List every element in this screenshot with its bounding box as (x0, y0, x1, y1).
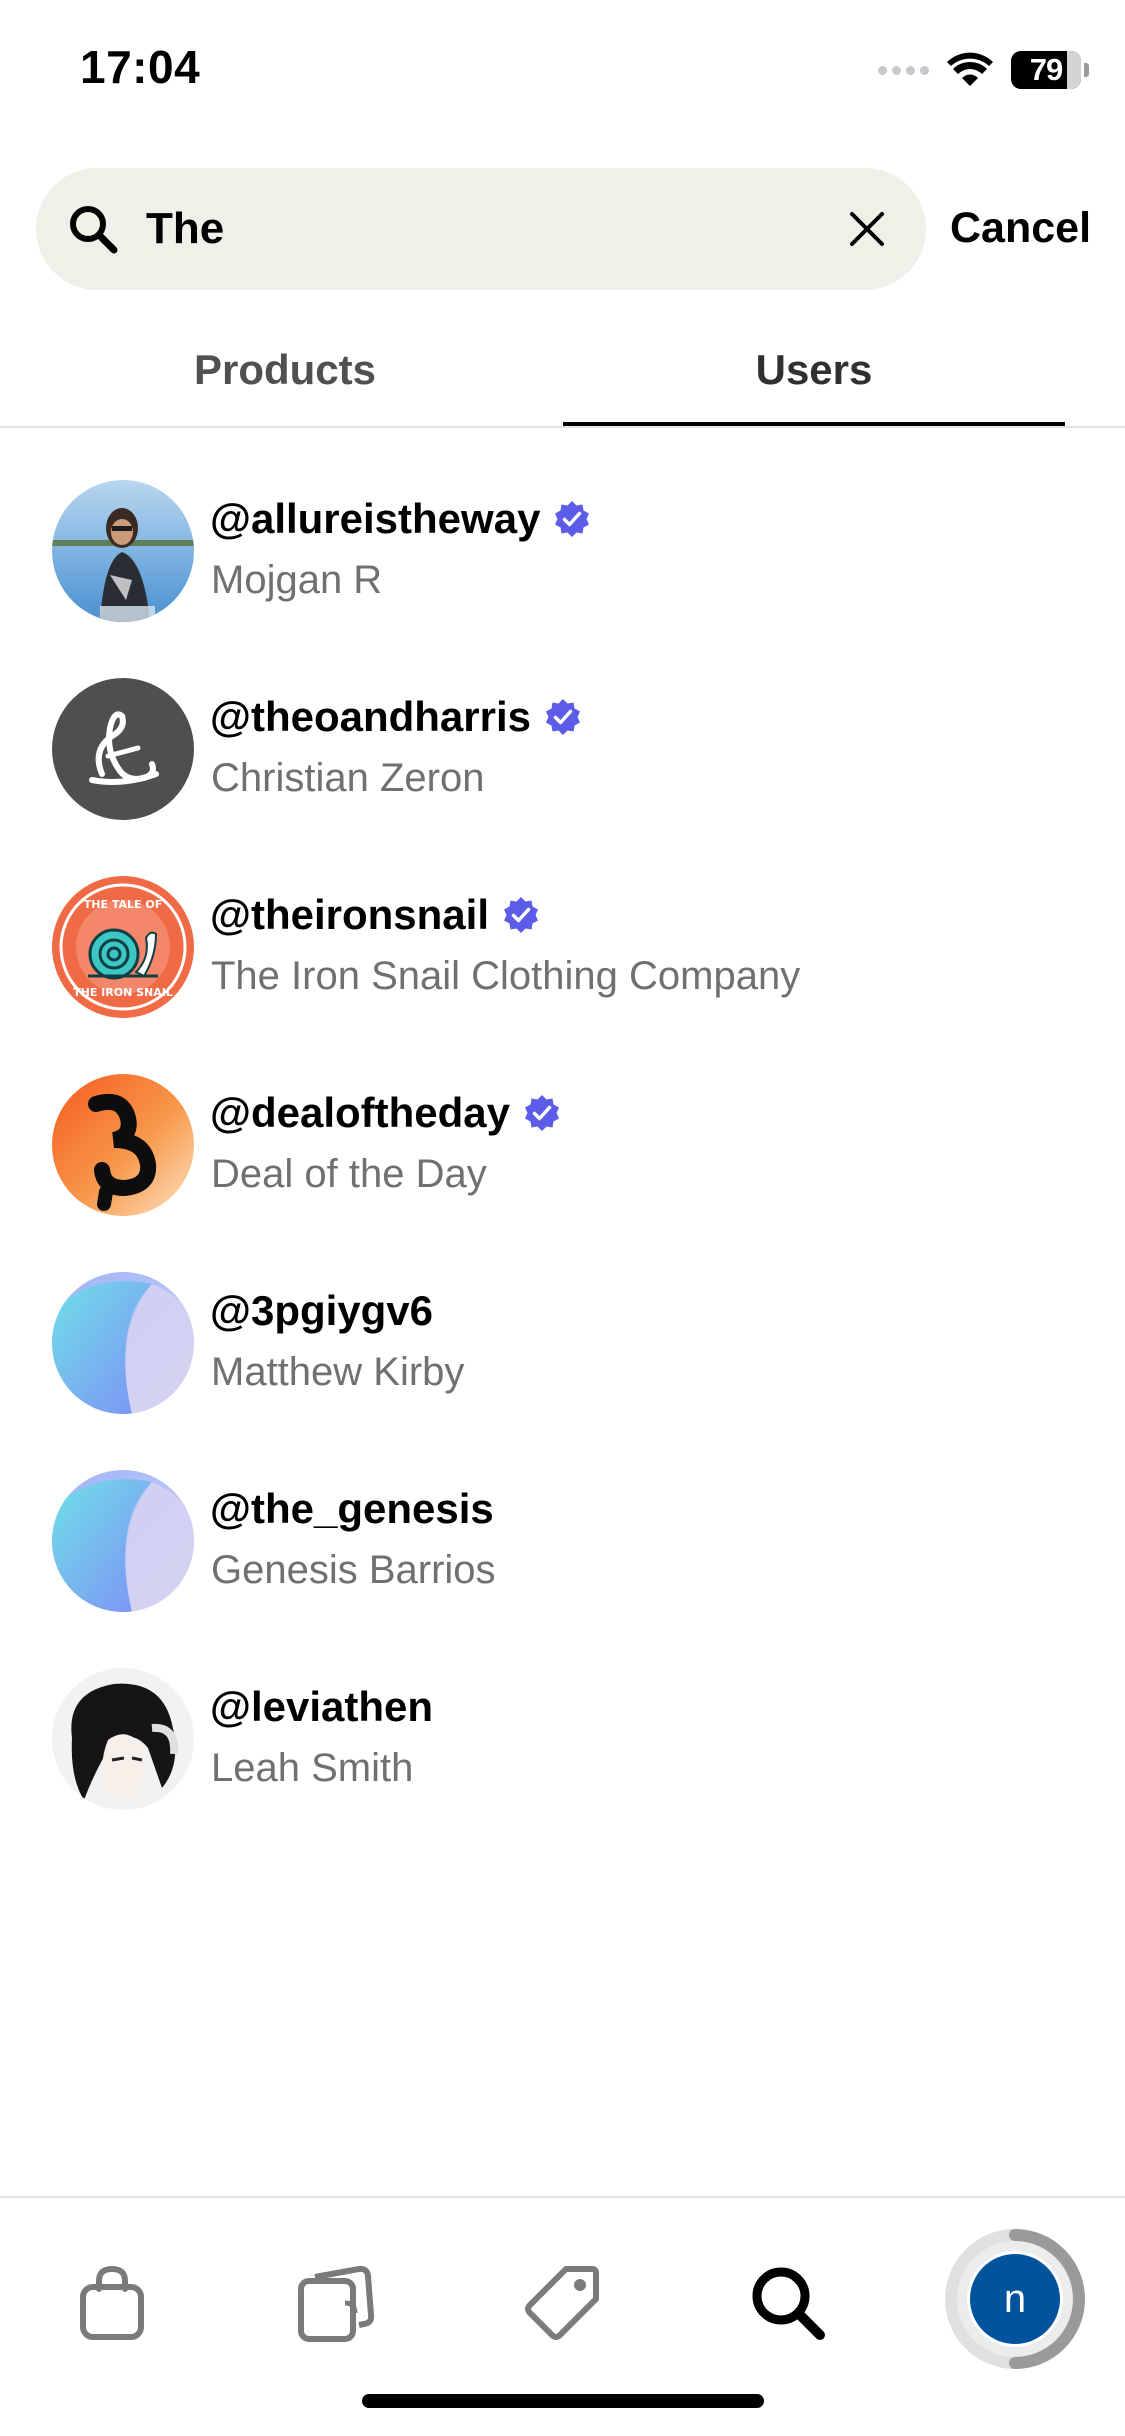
user-display-name: Genesis Barrios (211, 1548, 496, 1592)
status-icons: 79 (878, 48, 1089, 92)
handle-line: @the_genesis (210, 1484, 494, 1534)
tab-users[interactable]: Users (564, 330, 1064, 428)
cards-icon (298, 2265, 375, 2342)
user-handle: @dealoftheday (210, 1089, 511, 1136)
user-display-name: The Iron Snail Clothing Company (211, 954, 801, 998)
user-handle: @allureistheway (210, 495, 541, 542)
avatar (52, 1074, 194, 1216)
user-display-name: Christian Zeron (211, 756, 485, 800)
handle-line: @3pgiygv6 (210, 1286, 433, 1336)
avatar (52, 480, 194, 622)
user-display-name: Mojgan R (211, 558, 383, 602)
avatar-logo-text-bottom: THE IRON SNAIL (73, 986, 173, 999)
battery-icon: 79 (1011, 51, 1089, 89)
list-item[interactable]: @dealoftheday Deal of the Day (0, 1074, 1125, 1272)
avatar (52, 1272, 194, 1414)
verified-badge-icon (504, 897, 538, 933)
verified-badge-icon (546, 699, 581, 735)
search-icon (70, 206, 118, 254)
cancel-button[interactable]: Cancel (950, 200, 1091, 256)
list-item[interactable]: @allureistheway Mojgan R (0, 480, 1125, 678)
home-indicator (362, 2394, 764, 2408)
list-item[interactable]: @3pgiygv6 Matthew Kirby (0, 1272, 1125, 1470)
nav-search[interactable] (743, 2258, 833, 2348)
user-handle: @3pgiygv6 (210, 1287, 434, 1334)
verified-badge-icon (555, 501, 590, 537)
handle-line: @dealoftheday (210, 1088, 562, 1138)
handle-line: @allureistheway (210, 494, 592, 544)
divider (0, 426, 1125, 428)
user-display-name: Leah Smith (211, 1746, 414, 1790)
search-icon (752, 2267, 825, 2340)
avatar: THE TALE OF THE IRON SNAIL (52, 876, 194, 1018)
handle-line: @theironsnail (210, 890, 541, 940)
handle-line: @leviathen (210, 1682, 433, 1732)
user-display-name: Matthew Kirby (211, 1350, 465, 1394)
search-input[interactable]: The (146, 204, 224, 254)
tab-bar: Products Users (0, 330, 1125, 428)
nav-shop[interactable] (67, 2258, 157, 2348)
avatar (52, 1470, 194, 1612)
list-item[interactable]: @leviathen Leah Smith (0, 1668, 1125, 1866)
avatar-logo-text-top: THE TALE OF (84, 898, 162, 911)
verified-badge-icon (525, 1095, 560, 1131)
avatar (52, 1668, 194, 1810)
nav-deals[interactable] (517, 2258, 607, 2348)
cellular-signal-icon (878, 65, 929, 75)
list-item[interactable]: @theoandharris Christian Zeron (0, 678, 1125, 876)
user-handle: @theoandharris (210, 693, 532, 740)
profile-avatar[interactable]: n (970, 2254, 1060, 2344)
battery-percent: 79 (1029, 52, 1063, 87)
list-item[interactable]: THE TALE OF THE IRON SNAIL @theironsnail… (0, 876, 1125, 1074)
handle-line: @theoandharris (210, 692, 583, 742)
status-bar: 17:04 79 (0, 0, 1125, 140)
search-bar[interactable]: The (36, 168, 926, 290)
user-handle: @theironsnail (210, 891, 489, 938)
tab-products[interactable]: Products (0, 330, 570, 428)
status-time: 17:04 (80, 41, 201, 93)
user-handle: @the_genesis (210, 1485, 494, 1532)
list-item[interactable]: @the_genesis Genesis Barrios (0, 1470, 1125, 1668)
close-icon[interactable] (844, 206, 890, 252)
tag-icon (525, 2266, 599, 2340)
avatar (52, 678, 194, 820)
shopping-bag-icon (80, 2265, 144, 2340)
wifi-icon (947, 52, 993, 86)
nav-cards[interactable] (290, 2258, 380, 2348)
user-handle: @leviathen (210, 1683, 434, 1730)
user-display-name: Deal of the Day (211, 1152, 487, 1196)
